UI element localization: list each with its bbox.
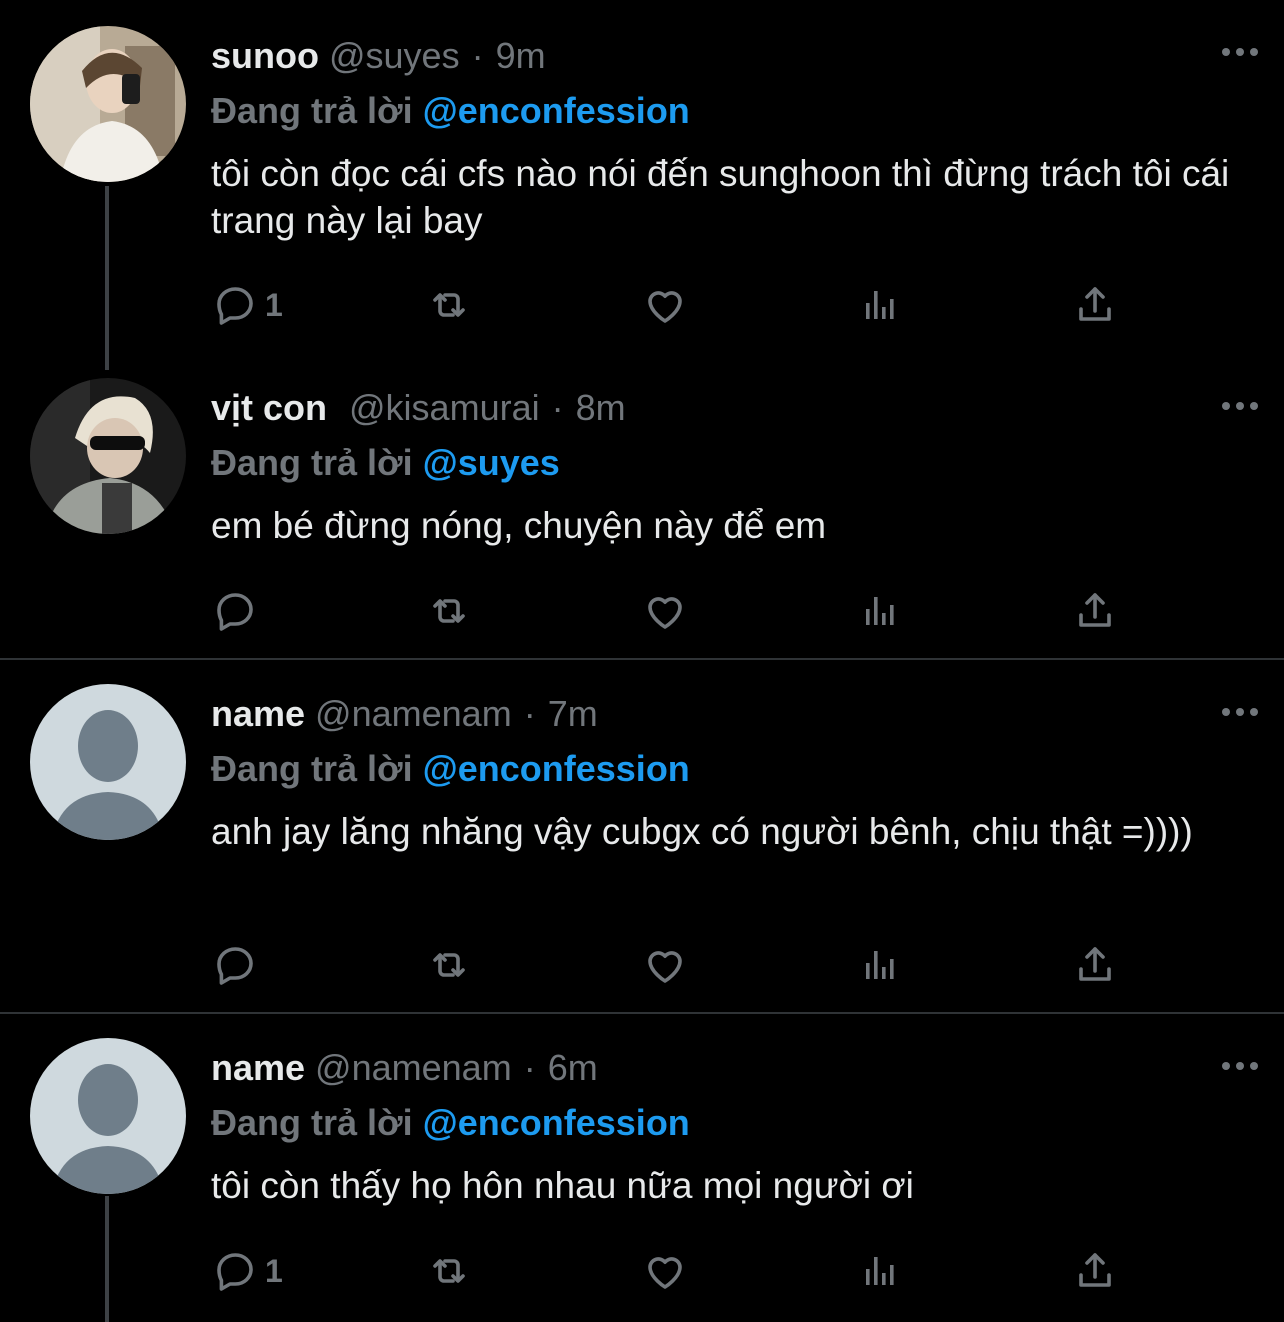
tweet[interactable]: vịt con @kisamurai · 8m Đang trả lời @su… (0, 374, 1284, 660)
reply-button[interactable]: 1 (211, 1246, 283, 1296)
reply-button[interactable] (211, 940, 265, 990)
reply-icon (211, 1247, 259, 1295)
user-handle[interactable]: @namenam (315, 693, 512, 735)
views-button[interactable] (856, 1246, 904, 1296)
divider (0, 1012, 1284, 1014)
retweet-button[interactable] (425, 1246, 473, 1296)
separator-dot: · (471, 35, 484, 76)
reply-icon (211, 941, 259, 989)
display-name[interactable]: vịt con (211, 387, 327, 429)
timestamp[interactable]: 6m (548, 1047, 598, 1089)
like-button[interactable] (641, 586, 689, 636)
share-button[interactable] (1071, 586, 1119, 636)
reply-button[interactable] (211, 586, 265, 636)
mention-link[interactable]: @enconfession (423, 90, 690, 131)
heart-icon (641, 941, 689, 989)
reply-button[interactable]: 1 (211, 280, 283, 330)
replying-prefix: Đang trả lời (211, 90, 413, 131)
share-icon (1071, 587, 1119, 635)
views-button[interactable] (856, 280, 904, 330)
retweet-icon (425, 281, 473, 329)
tweet-header: name @namenam · 6m (211, 1038, 1244, 1098)
action-bar (211, 940, 1131, 990)
share-button[interactable] (1071, 280, 1119, 330)
views-icon (856, 281, 904, 329)
user-handle[interactable]: @kisamurai (349, 387, 540, 429)
action-bar (211, 586, 1131, 636)
avatar[interactable] (30, 684, 186, 840)
share-icon (1071, 941, 1119, 989)
tweet[interactable]: name @namenam · 7m Đang trả lời @enconfe… (0, 680, 1284, 1010)
views-icon (856, 587, 904, 635)
separator-dot: · (523, 693, 536, 734)
tweet[interactable]: sunoo @suyes · 9m Đang trả lời @enconfes… (0, 20, 1284, 350)
retweet-button[interactable] (425, 280, 473, 330)
more-dots-icon[interactable] (1222, 402, 1258, 410)
user-handle[interactable]: @suyes (329, 35, 460, 77)
reply-icon (211, 281, 259, 329)
retweet-icon (425, 587, 473, 635)
mention-link[interactable]: @enconfession (423, 748, 690, 789)
tweet-header: name @namenam · 7m (211, 684, 1244, 744)
tweet-text: tôi còn đọc cái cfs nào nói đến sunghoon… (211, 153, 1230, 241)
like-button[interactable] (641, 940, 689, 990)
replying-prefix: Đang trả lời (211, 1102, 413, 1143)
replying-to: Đang trả lời @enconfession (211, 744, 1244, 794)
share-icon (1071, 1247, 1119, 1295)
avatar[interactable] (30, 26, 186, 182)
replying-to: Đang trả lời @suyes (211, 438, 1244, 488)
heart-icon (641, 587, 689, 635)
separator-dot: · (551, 387, 564, 428)
reply-count: 1 (265, 286, 283, 323)
tweet-header: sunoo @suyes · 9m (211, 26, 1244, 86)
reply-icon (211, 587, 259, 635)
display-name[interactable]: name (211, 1047, 305, 1089)
share-button[interactable] (1071, 940, 1119, 990)
share-icon (1071, 281, 1119, 329)
more-dots-icon[interactable] (1222, 48, 1258, 56)
user-handle[interactable]: @namenam (315, 1047, 512, 1089)
like-button[interactable] (641, 1246, 689, 1296)
replying-to: Đang trả lời @enconfession (211, 86, 1244, 136)
like-button[interactable] (641, 280, 689, 330)
action-bar: 1 (211, 280, 1131, 330)
heart-icon (641, 1247, 689, 1295)
views-button[interactable] (856, 586, 904, 636)
replying-prefix: Đang trả lời (211, 442, 413, 483)
separator-dot: · (523, 1047, 536, 1088)
avatar[interactable] (30, 378, 186, 534)
retweet-icon (425, 941, 473, 989)
more-dots-icon[interactable] (1222, 1062, 1258, 1070)
reply-count: 1 (265, 1252, 283, 1289)
views-button[interactable] (856, 940, 904, 990)
avatar[interactable] (30, 1038, 186, 1194)
replying-prefix: Đang trả lời (211, 748, 413, 789)
timestamp[interactable]: 7m (548, 693, 598, 735)
divider (0, 658, 1284, 660)
more-dots-icon[interactable] (1222, 708, 1258, 716)
display-name[interactable]: name (211, 693, 305, 735)
action-bar: 1 (211, 1246, 1131, 1296)
tweet-header: vịt con @kisamurai · 8m (211, 378, 1244, 438)
replying-to: Đang trả lời @enconfession (211, 1098, 1244, 1148)
views-icon (856, 941, 904, 989)
timestamp[interactable]: 9m (496, 35, 546, 77)
views-icon (856, 1247, 904, 1295)
retweet-button[interactable] (425, 940, 473, 990)
mention-link[interactable]: @enconfession (423, 1102, 690, 1143)
timestamp[interactable]: 8m (576, 387, 626, 429)
share-button[interactable] (1071, 1246, 1119, 1296)
mention-link[interactable]: @suyes (423, 442, 560, 483)
retweet-icon (425, 1247, 473, 1295)
tweet[interactable]: name @namenam · 6m Đang trả lời @enconfe… (0, 1034, 1284, 1322)
heart-icon (641, 281, 689, 329)
retweet-button[interactable] (425, 586, 473, 636)
tweet-text: anh jay lăng nhăng vậy cubgx có người bê… (211, 811, 1193, 852)
display-name[interactable]: sunoo (211, 35, 319, 77)
tweet-text: em bé đừng nóng, chuyện này để em (211, 505, 827, 546)
tweet-text: tôi còn thấy họ hôn nhau nữa mọi người ơ… (211, 1165, 914, 1206)
